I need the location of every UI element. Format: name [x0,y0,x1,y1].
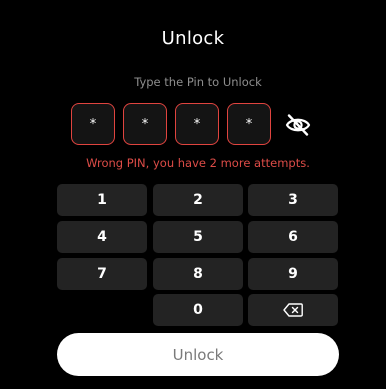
key-9[interactable]: 9 [248,258,338,290]
backspace-icon [283,303,303,317]
key-5[interactable]: 5 [153,221,243,253]
key-6[interactable]: 6 [248,221,338,253]
key-0[interactable]: 0 [153,294,243,326]
key-4[interactable]: 4 [57,221,147,253]
toggle-pin-visibility-button[interactable] [284,112,312,138]
backspace-key[interactable] [248,294,338,326]
pin-slot-4[interactable]: * [227,103,271,145]
unlock-screen: Unlock Type the Pin to Unlock * * * * Wr… [0,0,386,389]
pin-error-message: Wrong PIN, you have 2 more attempts. [86,156,310,170]
key-7[interactable]: 7 [57,258,147,290]
pin-input-row: * * * * [71,103,331,147]
pin-slot-1[interactable]: * [71,103,115,145]
page-title: Unlock [161,28,225,49]
eye-off-icon [285,114,311,136]
key-3[interactable]: 3 [248,184,338,216]
pin-slot-3[interactable]: * [175,103,219,145]
unlock-button[interactable]: Unlock [57,333,339,376]
key-8[interactable]: 8 [153,258,243,290]
key-1[interactable]: 1 [57,184,147,216]
page-subtitle: Type the Pin to Unlock [134,75,262,89]
pin-slot-2[interactable]: * [123,103,167,145]
key-2[interactable]: 2 [153,184,243,216]
